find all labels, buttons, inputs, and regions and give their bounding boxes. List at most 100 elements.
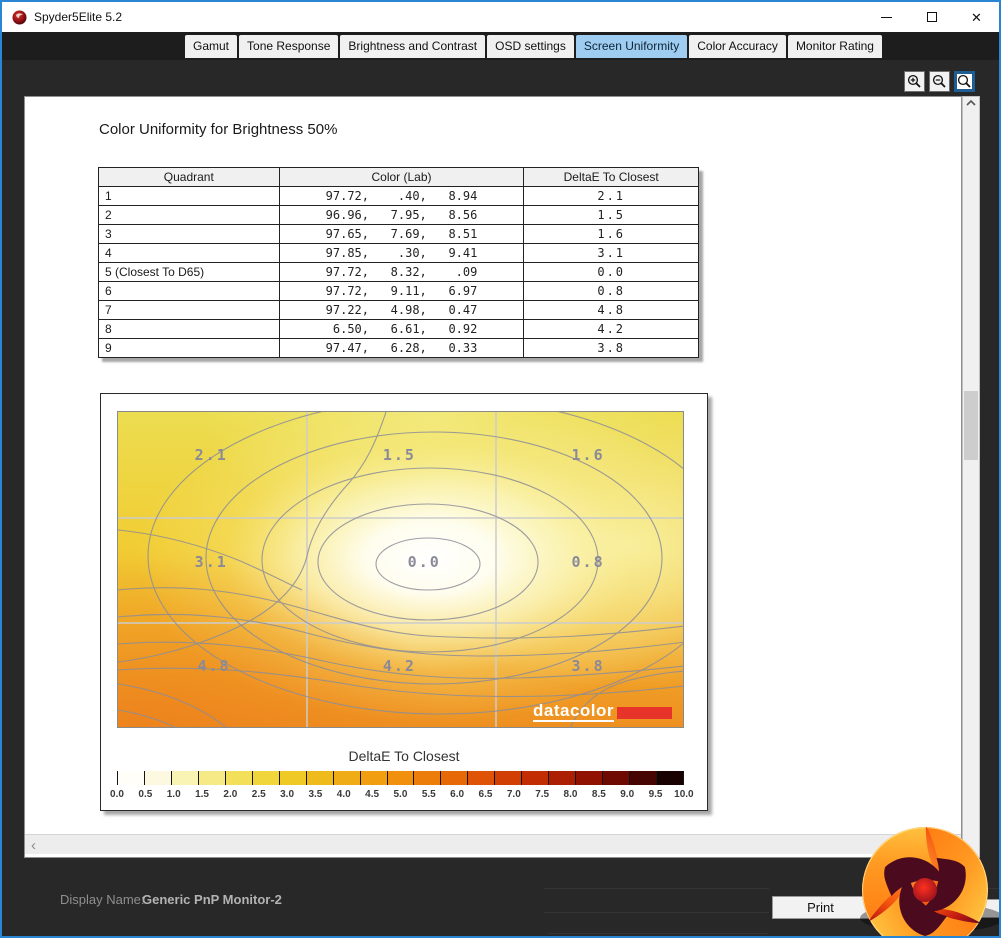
tab-color-accuracy[interactable]: Color Accuracy [689,35,786,58]
zoom-out-button[interactable] [929,71,950,92]
colorbar-tick-label: 1.0 [166,789,181,800]
tab-screen-uniformity[interactable]: Screen Uniformity [575,35,688,58]
footer-groove [544,888,769,889]
table-row: 3 97.65, 7.69, 8.51 1.6 [98,224,699,244]
zoom-in-icon [907,74,921,88]
page-title: Color Uniformity for Brightness 50% [99,121,338,138]
close-button[interactable]: ✕ [954,2,999,32]
minimize-icon [881,16,892,18]
deltae-colorbar [117,771,684,785]
scroll-left-icon[interactable]: ‹ [31,837,36,854]
lab-color-cell: 97.72, 9.11, 6.97 [278,281,525,301]
colorbar-tick-label: 5.5 [421,789,436,800]
lab-color-cell: 97.72, 8.32, .09 [278,262,525,282]
tab-tone-response[interactable]: Tone Response [239,35,339,58]
colorbar-segment [278,771,306,785]
colorbar-segment [629,771,657,785]
colorbar-tick-label: 2.5 [251,789,266,800]
minimize-button[interactable] [864,2,909,32]
colorbar-tick-label: 10.0 [674,789,694,800]
lab-color-cell: 6.50, 6.61, 0.92 [278,319,525,339]
table-row: 9 97.47, 6.28, 0.33 3.8 [98,338,699,358]
colorbar-segment [359,771,387,785]
map-quadrant-value: 4.8 [197,656,231,675]
colorbar-segment [143,771,171,785]
deltae-cell: 4.8 [523,300,699,320]
table-row: 8 6.50, 6.61, 0.92 4.2 [98,319,699,339]
close-icon: ✕ [971,9,982,25]
window-title: Spyder5Elite 5.2 [34,10,123,24]
map-quadrant-value: 2.1 [194,445,228,464]
quadrant-cell: 1 [98,186,280,206]
colorbar-segment [224,771,252,785]
vertical-scrollbar[interactable] [962,96,980,858]
colorbar-tick-label: 7.5 [535,789,550,800]
map-quadrant-value: 3.8 [571,656,605,675]
uniformity-heatmap: 2.1 1.5 1.6 3.1 0.0 0.8 4.8 4.2 3.8 datacolor [117,411,684,728]
datacolor-wordmark: datacolor [533,701,615,722]
colorbar-tick-label: 2.0 [223,789,238,800]
colorbar-segment [386,771,414,785]
colorbar-tick-label: 1.5 [195,789,209,800]
report-page: Color Uniformity for Brightness 50% Quad… [24,96,962,858]
lab-color-cell: 97.72, .40, 8.94 [278,186,525,206]
vertical-scrollbar-thumb[interactable] [964,391,978,460]
app-icon [12,10,27,25]
scroll-up-icon[interactable] [963,99,979,110]
colorbar-tick-label: 3.5 [308,789,323,800]
colorbar-segment [332,771,360,785]
deltae-cell: 0.0 [523,262,699,282]
column-header-color-lab: Color (Lab) [278,167,525,187]
quadrant-cell: 2 [98,205,280,225]
colorbar-tick-label: 9.0 [620,789,635,800]
uniformity-table: Quadrant Color (Lab) DeltaE To Closest 1… [98,167,699,358]
table-row: 7 97.22, 4.98, 0.47 4.8 [98,300,699,320]
colorbar-segment [467,771,495,785]
colorbar-tick-label: 7.0 [506,789,521,800]
quadrant-cell: 4 [98,243,280,263]
lab-color-cell: 96.96, 7.95, 8.56 [278,205,525,225]
table-row: 1 97.72, .40, 8.94 2.1 [98,186,699,206]
deltae-cell: 0.8 [523,281,699,301]
map-quadrant-value: 0.0 [407,552,441,571]
zoom-in-button[interactable] [904,71,925,92]
uniformity-map-panel: 2.1 1.5 1.6 3.1 0.0 0.8 4.8 4.2 3.8 datacolor De… [100,393,708,811]
zoom-reset-button[interactable] [954,71,975,92]
map-quadrant-value: 1.6 [571,445,605,464]
deltae-cell: 1.6 [523,224,699,244]
lab-color-cell: 97.22, 4.98, 0.47 [278,300,525,320]
table-row: 5 (Closest To D65) 97.72, 8.32, .09 0.0 [98,262,699,282]
zoom-toolbar [904,71,975,92]
map-quadrant-value: 3.1 [194,552,228,571]
tab-osd-settings[interactable]: OSD settings [487,35,574,58]
display-name-label: Display Name: [60,892,145,907]
tab-gamut[interactable]: Gamut [185,35,238,58]
maximize-button[interactable] [909,2,954,32]
maximize-icon [926,12,937,22]
table-row: 2 96.96, 7.95, 8.56 1.5 [98,205,699,225]
horizontal-scrollbar[interactable]: ‹ [25,834,961,854]
footer-groove [548,933,768,934]
colorbar-title: DeltaE To Closest [348,748,460,764]
colorbar-ticks: 0.0 0.5 1.0 1.5 2.0 2.5 3.0 3.5 4.0 4.5 5.0 5.5 6.0 6… [110,789,694,800]
display-name-value: Generic PnP Monitor-2 [142,892,282,907]
colorbar-tick-label: 4.5 [365,789,380,800]
colorbar-segment [170,771,198,785]
colorbar-segment [575,771,603,785]
app-window: Spyder5Elite 5.2 ✕ Gamut Tone Response Bri… [0,0,1001,938]
datacolor-logo: datacolor [533,701,673,722]
tab-monitor-rating[interactable]: Monitor Rating [787,35,882,58]
colorbar-segment [197,771,225,785]
quadrant-cell: 7 [98,300,280,320]
colorbar-tick-label: 5.0 [393,789,408,800]
colorbar-segment [494,771,522,785]
colorbar-segment [117,771,144,785]
tab-list: Gamut Tone Response Brightness and Contras… [185,35,884,58]
lab-color-cell: 97.47, 6.28, 0.33 [278,338,525,358]
quadrant-cell: 5 (Closest To D65) [98,262,280,282]
colorbar-segment [251,771,279,785]
tab-brightness-and-contrast[interactable]: Brightness and Contrast [340,35,486,58]
zoom-out-icon [932,74,946,88]
zoom-reset-icon [957,74,971,88]
colorbar-segment [413,771,441,785]
